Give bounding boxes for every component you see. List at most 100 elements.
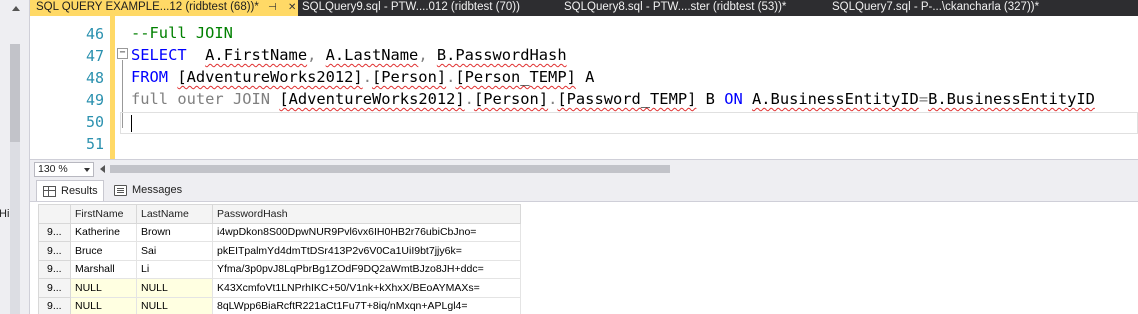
results-grid[interactable]: FirstName LastName PasswordHash 9... Kat…	[30, 201, 1138, 314]
column-header-firstname[interactable]: FirstName	[70, 204, 137, 224]
cell-passwordhash[interactable]: pkEITpalmYd4dmTtDSr413P2v6V0Ca1UiI9bt7jj…	[212, 241, 521, 261]
sql-column: A.LastName	[325, 46, 419, 64]
vertical-scroll-track[interactable]	[10, 142, 20, 314]
cell-lastname[interactable]: NULL	[136, 296, 213, 314]
sql-schema: [Person]	[371, 68, 447, 86]
sql-keyword: outer	[177, 90, 224, 108]
tab-label: SQL QUERY EXAMPLE...12 (ridbtest (68))*	[36, 1, 259, 13]
table-row[interactable]: 9... NULL NULL K43XcmfoVt1LNPrhIKC+50/V1…	[38, 278, 521, 298]
horizontal-scroll-thumb[interactable]	[110, 165, 670, 173]
sql-punct: .	[548, 90, 558, 108]
zoom-value: 130 %	[38, 163, 68, 175]
table-row[interactable]: 9... Bruce Sai pkEITpalmYd4dmTtDSr413P2v…	[38, 241, 521, 261]
sql-operator: =	[918, 90, 929, 108]
collapse-toggle-icon[interactable]: −	[117, 48, 128, 59]
sql-column: B.PasswordHash	[436, 46, 567, 64]
cell-firstname[interactable]: Marshall	[70, 259, 137, 279]
tab-sqlquery7[interactable]: SQLQuery7.sql - P-...\ckancharla (327))*	[830, 0, 1138, 16]
table-row[interactable]: 9... Marshall Li Yfma/3p0pvJ8LqPbrBg1ZOd…	[38, 259, 521, 279]
row-number[interactable]: 9...	[38, 278, 71, 298]
text-caret	[131, 115, 132, 132]
results-table: FirstName LastName PasswordHash 9... Kat…	[38, 204, 521, 314]
scroll-up-arrow-icon[interactable]	[12, 6, 20, 11]
sql-table: [Password_TEMP]	[557, 90, 697, 108]
code-line-48: FROM [AdventureWorks2012].[Person].[Pers…	[131, 68, 594, 86]
line-number: 46	[85, 25, 104, 43]
messages-icon	[114, 185, 127, 196]
sql-keyword: FROM	[131, 68, 169, 86]
cell-passwordhash[interactable]: K43XcmfoVt1LNPrhIKC+50/V1nk+kXhxX/BEoAYM…	[212, 278, 521, 298]
zoom-dropdown[interactable]: 130 %	[34, 162, 94, 177]
sql-alias: A	[575, 68, 595, 86]
close-icon[interactable]: ✕	[288, 0, 296, 15]
cell-passwordhash[interactable]: Yfma/3p0pvJ8LqPbrBg1ZOdF9DQ2aWmtBJzo8JH+…	[212, 259, 521, 279]
table-row[interactable]: 9... NULL NULL 8qLWpp6BiaRcftR221aCt1Fu7…	[38, 296, 521, 314]
change-tracking-bar	[110, 16, 115, 159]
table-row[interactable]: 9... Katherine Brown i4wpDkon8S00DpwNUR9…	[38, 222, 521, 242]
cell-passwordhash[interactable]: 8qLWpp6BiaRcftR221aCt1Fu7T+8iq/nMxqn+APL…	[212, 296, 521, 314]
sql-punct: .	[464, 90, 474, 108]
tab-sqlquery9[interactable]: SQLQuery9.sql - PTW....012 (ridbtest (70…	[298, 0, 568, 16]
row-number-header[interactable]	[38, 204, 71, 224]
line-number: 51	[85, 135, 104, 153]
document-tab-bar: SQL QUERY EXAMPLE...12 (ridbtest (68))* …	[30, 0, 1138, 16]
sql-editor[interactable]: 46 47 48 49 50 51 − --Full JOIN SELECT A…	[30, 16, 1138, 159]
tab-label: SQLQuery7.sql - P-...\ckancharla (327))*	[832, 1, 1040, 13]
cell-firstname[interactable]: NULL	[70, 296, 137, 314]
cell-lastname[interactable]: NULL	[136, 278, 213, 298]
sql-database: [AdventureWorks2012]	[177, 68, 363, 86]
column-header-lastname[interactable]: LastName	[136, 204, 213, 224]
line-number-gutter: 46 47 48 49 50 51	[30, 16, 106, 159]
row-number[interactable]: 9...	[38, 241, 71, 261]
pin-icon[interactable]: ⊣	[268, 0, 277, 15]
row-number[interactable]: 9...	[38, 259, 71, 279]
sql-column: B.BusinessEntityID	[928, 90, 1095, 108]
row-number[interactable]: 9...	[38, 222, 71, 242]
current-line-highlight	[120, 112, 1138, 134]
sql-keyword: SELECT	[131, 46, 187, 64]
tab-sql-query-example[interactable]: SQL QUERY EXAMPLE...12 (ridbtest (68))* …	[30, 0, 298, 16]
sql-alias: B	[696, 90, 725, 108]
column-header-passwordhash[interactable]: PasswordHash	[212, 204, 521, 224]
sql-keyword: ON	[724, 90, 743, 108]
tab-results-label: Results	[61, 185, 98, 197]
editor-zoom-bar: 130 %	[30, 159, 1138, 178]
cell-firstname[interactable]: Katherine	[70, 222, 137, 242]
row-number[interactable]: 9...	[38, 296, 71, 314]
sql-keyword: full	[131, 90, 169, 108]
sql-database: [AdventureWorks2012]	[279, 90, 465, 108]
scroll-left-arrow-icon[interactable]	[100, 165, 105, 173]
sql-column: A.BusinessEntityID	[752, 90, 919, 108]
line-number: 50	[85, 113, 104, 131]
tab-sqlquery8[interactable]: SQLQuery8.sql - PTW....ster (ridbtest (5…	[562, 0, 830, 16]
sql-schema: [Person]	[473, 90, 549, 108]
sql-table: [Person_TEMP]	[455, 68, 576, 86]
panel-peek-text: Hi	[0, 208, 10, 220]
sql-column: A.FirstName	[205, 46, 308, 64]
tab-messages[interactable]: Messages	[108, 180, 194, 201]
code-line-46: --Full JOIN	[131, 24, 233, 42]
line-number: 47	[85, 47, 104, 65]
cell-passwordhash[interactable]: i4wpDkon8S00DpwNUR9Pvl6vx6IH0HB2r76ubiCb…	[212, 222, 521, 242]
cell-firstname[interactable]: Bruce	[70, 241, 137, 261]
results-tab-bar: Results Messages	[30, 178, 1138, 201]
grid-icon	[43, 186, 56, 197]
cell-lastname[interactable]: Li	[136, 259, 213, 279]
header-row: FirstName LastName PasswordHash	[38, 204, 521, 224]
object-explorer-edge: Hi	[0, 0, 30, 314]
cell-firstname[interactable]: NULL	[70, 278, 137, 298]
cell-lastname[interactable]: Brown	[136, 222, 213, 242]
vertical-scroll-thumb[interactable]	[10, 44, 20, 142]
chevron-down-icon	[84, 168, 90, 172]
cell-lastname[interactable]: Sai	[136, 241, 213, 261]
code-line-47: SELECT A.FirstName, A.LastName, B.Passwo…	[131, 46, 567, 64]
tab-messages-label: Messages	[132, 184, 183, 196]
tab-label: SQLQuery8.sql - PTW....ster (ridbtest (5…	[564, 1, 787, 13]
line-number: 48	[85, 69, 104, 87]
tab-results[interactable]: Results	[36, 180, 104, 201]
